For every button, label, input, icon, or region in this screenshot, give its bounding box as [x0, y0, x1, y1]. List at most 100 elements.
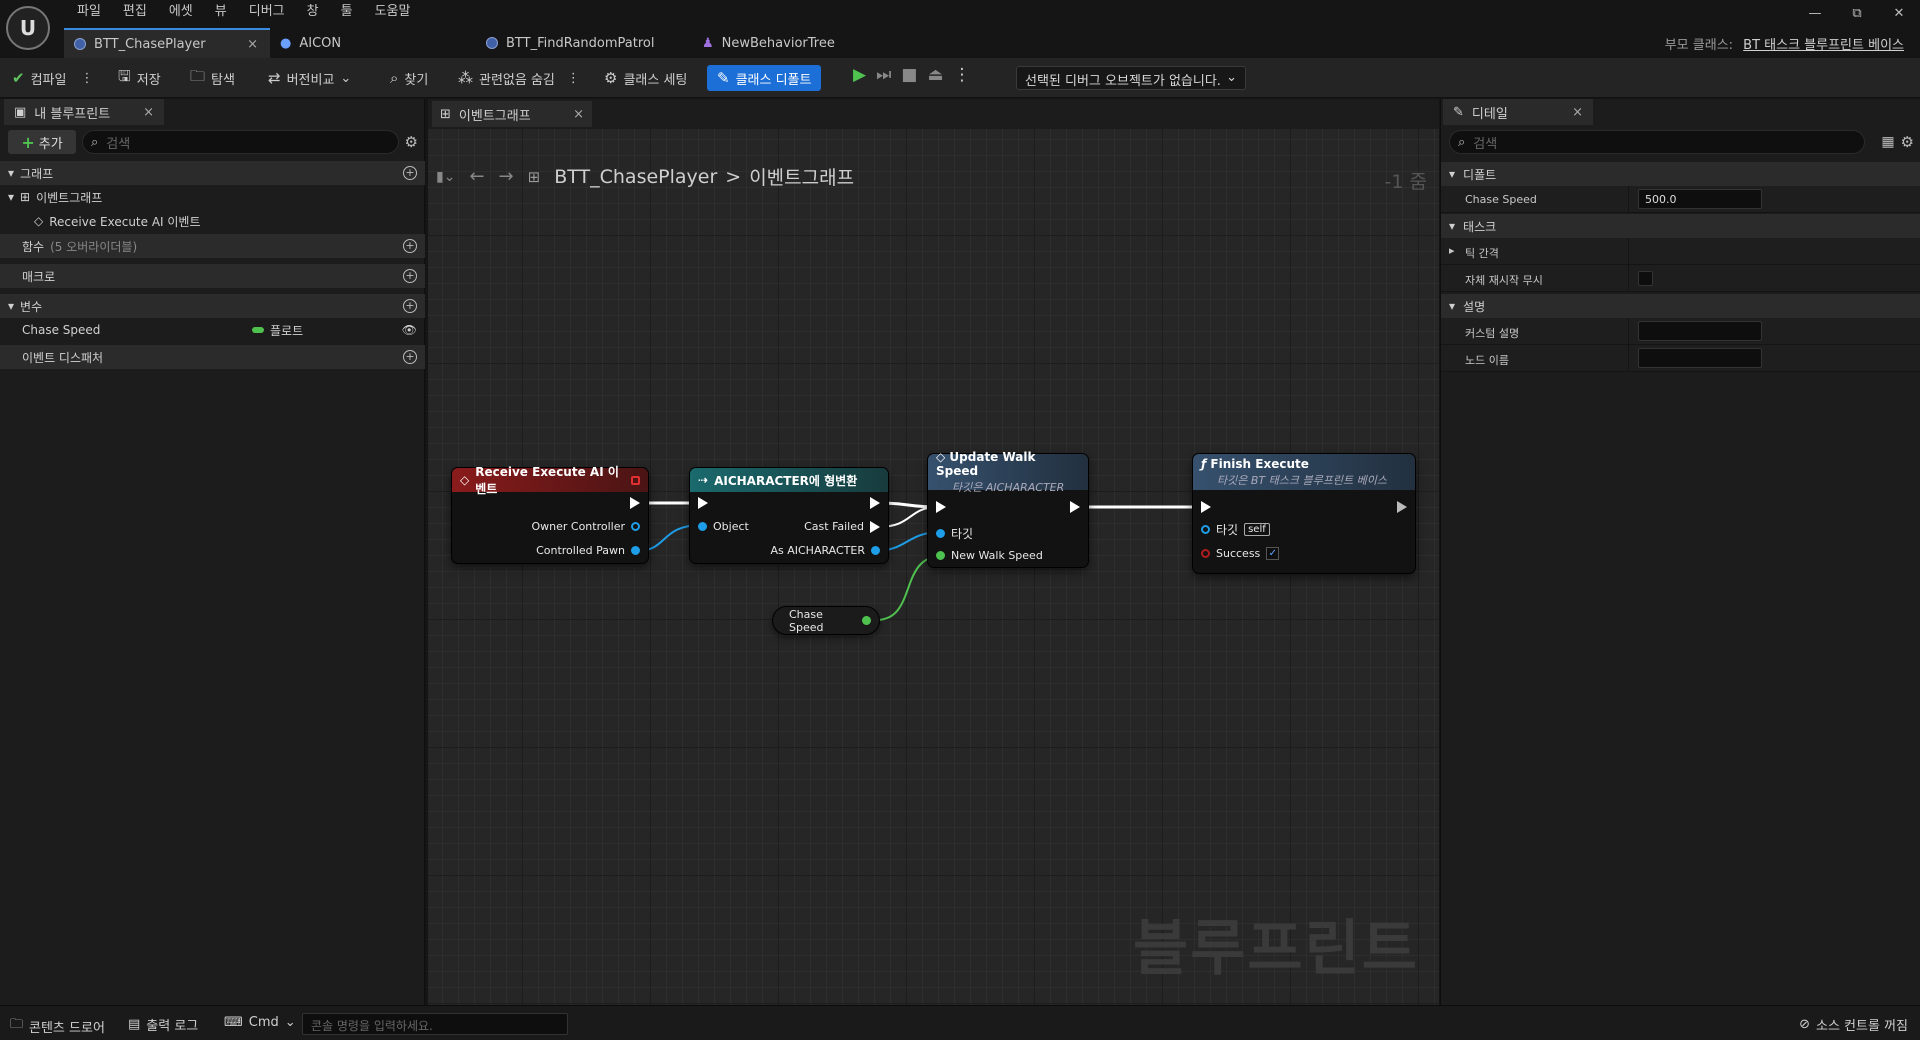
close-tab-icon[interactable]: ×	[247, 37, 258, 52]
tab-my-blueprint[interactable]: ▣ 내 블루프린트 ×	[4, 99, 164, 125]
menu-asset[interactable]: 에셋	[158, 3, 204, 21]
node-name-field[interactable]	[1638, 348, 1762, 368]
class-settings-button[interactable]: ⚙ 클래스 세팅	[604, 65, 687, 91]
tab-btt-findrandompatrol[interactable]: BTT_FindRandomPatrol	[476, 28, 692, 58]
exec-in-pin[interactable]	[936, 501, 946, 513]
compile-check-icon: ✔	[12, 69, 25, 87]
more-options-icon[interactable]: ⋮	[80, 71, 93, 86]
chase-speed-field[interactable]: 500.0	[1638, 189, 1762, 209]
tab-btt-chaseplayer[interactable]: BTT_ChasePlayer ×	[64, 28, 270, 58]
details-search-input[interactable]: ⌕ 검색	[1449, 130, 1866, 154]
exec-in-pin[interactable]	[1201, 501, 1211, 513]
add-button[interactable]: + 추가	[8, 130, 76, 154]
checkbox-checked-icon[interactable]: ✓	[1266, 547, 1280, 560]
settings-gear-icon[interactable]: ⚙	[1901, 133, 1914, 151]
add-function-icon[interactable]: +	[403, 239, 417, 253]
hide-unrelated-button[interactable]: ⁂ 관련없음 숨김 ⋮	[458, 65, 580, 91]
minimize-button[interactable]: —	[1794, 6, 1836, 21]
custom-description-field[interactable]	[1638, 321, 1762, 341]
menu-window[interactable]: 창	[296, 3, 330, 21]
diff-button[interactable]: ⇄ 버전비교 ⌄	[268, 65, 351, 91]
tab-aicon[interactable]: ● AICON	[270, 28, 476, 58]
source-control-button[interactable]: ⊘ 소스 컨트롤 꺼짐	[1799, 1015, 1908, 1034]
class-defaults-button[interactable]: ✎ 클래스 디폴트	[707, 65, 822, 91]
eye-visibility-icon[interactable]: 👁	[402, 323, 417, 337]
search-icon: ⌕	[1458, 134, 1466, 150]
add-macro-icon[interactable]: +	[403, 269, 417, 283]
add-graph-icon[interactable]: +	[403, 166, 417, 180]
content-drawer-button[interactable]: 🗀 콘텐츠 드로어	[10, 1015, 105, 1037]
add-dispatcher-icon[interactable]: +	[403, 350, 417, 364]
stop-icon[interactable]: ■	[901, 65, 917, 85]
menu-tools[interactable]: 툴	[330, 3, 364, 21]
find-button[interactable]: ⌕ 찾기	[390, 65, 428, 91]
eject-icon[interactable]: ⏏	[927, 65, 943, 85]
node-receive-execute-ai[interactable]: ◇ Receive Execute AI 이벤트 Owner Controlle…	[452, 465, 648, 563]
more-options-icon[interactable]: ⋮	[567, 71, 580, 86]
add-variable-icon[interactable]: +	[403, 299, 417, 313]
float-pin-icon[interactable]	[862, 616, 871, 625]
tab-event-graph[interactable]: ⊞ 이벤트그래프 ×	[432, 101, 592, 127]
section-graphs[interactable]: ▾ 그래프 +	[0, 161, 425, 185]
parent-class-link[interactable]: BT 태스크 블루프린트 베이스	[1743, 38, 1904, 53]
exec-out-pin[interactable]	[870, 497, 880, 509]
menu-help[interactable]: 도움말	[364, 3, 422, 21]
pin-target[interactable]: 타깃 self	[1201, 521, 1270, 538]
search-input[interactable]: ⌕ 검색	[82, 130, 399, 154]
pin-controlled-pawn[interactable]: Controlled Pawn	[536, 544, 640, 557]
compile-button[interactable]: ✔ 컴파일 ⋮	[12, 65, 93, 91]
pin-new-walk-speed[interactable]: New Walk Speed	[936, 549, 1043, 562]
row-tick-interval[interactable]: ▸ 틱 간격	[1441, 238, 1920, 265]
graph-canvas[interactable]: ▮⌄ ← → ⊞ BTT_ChasePlayer > 이벤트그래프 -1 줌 블…	[428, 129, 1439, 1005]
save-button[interactable]: 🖫 저장	[118, 65, 161, 91]
debug-object-select[interactable]: 선택된 디버그 오브젝트가 없습니다. ⌄	[1016, 66, 1246, 90]
close-tab-icon[interactable]: ×	[573, 107, 584, 122]
close-tab-icon[interactable]: ×	[143, 105, 154, 120]
pin-owner-controller[interactable]: Owner Controller	[531, 520, 640, 533]
section-variables[interactable]: ▾ 변수 +	[0, 294, 425, 318]
exec-out-pin[interactable]	[1397, 501, 1407, 513]
tab-newbehaviortree[interactable]: ♟ NewBehaviorTree	[692, 28, 872, 58]
pin-as-aicharacter[interactable]: As AICHARACTER	[770, 544, 880, 557]
exec-out-pin[interactable]	[1070, 501, 1080, 513]
restore-button[interactable]: ⧉	[1836, 6, 1878, 21]
close-window-button[interactable]: ✕	[1878, 6, 1920, 21]
node-update-walk-speed[interactable]: ◇ Update Walk Speed 타깃은 AICHARACTER 타깃 N…	[928, 450, 1088, 567]
node-finish-execute[interactable]: ƒ Finish Execute 타깃은 BT 태스크 블루프린트 베이스 타깃…	[1193, 454, 1415, 573]
ignore-restart-checkbox[interactable]	[1638, 271, 1653, 286]
console-input[interactable]: 콘솔 명령을 입력하세요.	[302, 1013, 568, 1035]
section-dispatchers[interactable]: 이벤트 디스패처 +	[0, 345, 425, 369]
tab-details[interactable]: ✎ 디테일 ×	[1443, 99, 1593, 125]
parent-class: 부모 클래스: BT 태스크 블루프린트 베이스	[1665, 34, 1904, 53]
pin-target[interactable]: 타깃	[936, 525, 973, 542]
settings-gear-icon[interactable]: ⚙	[405, 133, 418, 151]
pin-cast-failed[interactable]: Cast Failed	[804, 520, 880, 533]
node-get-chase-speed[interactable]: Chase Speed	[773, 607, 879, 634]
step-icon[interactable]: ⏭	[876, 65, 891, 85]
section-default[interactable]: ▾ 디폴트	[1441, 162, 1920, 186]
pin-success[interactable]: Success ✓	[1201, 547, 1280, 560]
menu-view[interactable]: 뷰	[204, 3, 238, 21]
menu-edit[interactable]: 편집	[112, 3, 158, 21]
pin-object[interactable]: Object	[698, 520, 749, 533]
menu-file[interactable]: 파일	[66, 3, 112, 21]
exec-out-pin[interactable]	[630, 497, 640, 509]
node-cast-to-aicharacter[interactable]: ⇢ AICHARACTER에 형변환 Object Cast Failed As…	[690, 468, 888, 563]
more-options-icon[interactable]: ⋮	[954, 65, 971, 85]
event-item[interactable]: ◇ Receive Execute AI 이벤트	[0, 209, 425, 233]
exec-in-pin[interactable]	[698, 497, 708, 509]
menu-debug[interactable]: 디버그	[238, 3, 296, 21]
close-tab-icon[interactable]: ×	[1572, 105, 1583, 120]
browse-button[interactable]: 🗀 탐색	[190, 65, 235, 91]
play-icon[interactable]: ▶	[853, 65, 866, 85]
section-macros[interactable]: 매크로 +	[0, 264, 425, 288]
section-description[interactable]: ▾ 설명	[1441, 294, 1920, 318]
variable-row[interactable]: Chase Speed 플로트 👁	[0, 318, 425, 342]
section-task[interactable]: ▾ 태스크	[1441, 214, 1920, 238]
table-view-icon[interactable]: ▦	[1881, 134, 1894, 150]
output-log-button[interactable]: ▤ 출력 로그	[128, 1015, 198, 1034]
event-graph-item[interactable]: ▾ ⊞ 이벤트그래프	[0, 185, 425, 209]
section-functions[interactable]: 함수 (5 오버라이더블) +	[0, 234, 425, 258]
unreal-logo-icon[interactable]: U	[6, 6, 50, 50]
cmd-select[interactable]: ⌨ Cmd ⌄	[224, 1015, 296, 1030]
